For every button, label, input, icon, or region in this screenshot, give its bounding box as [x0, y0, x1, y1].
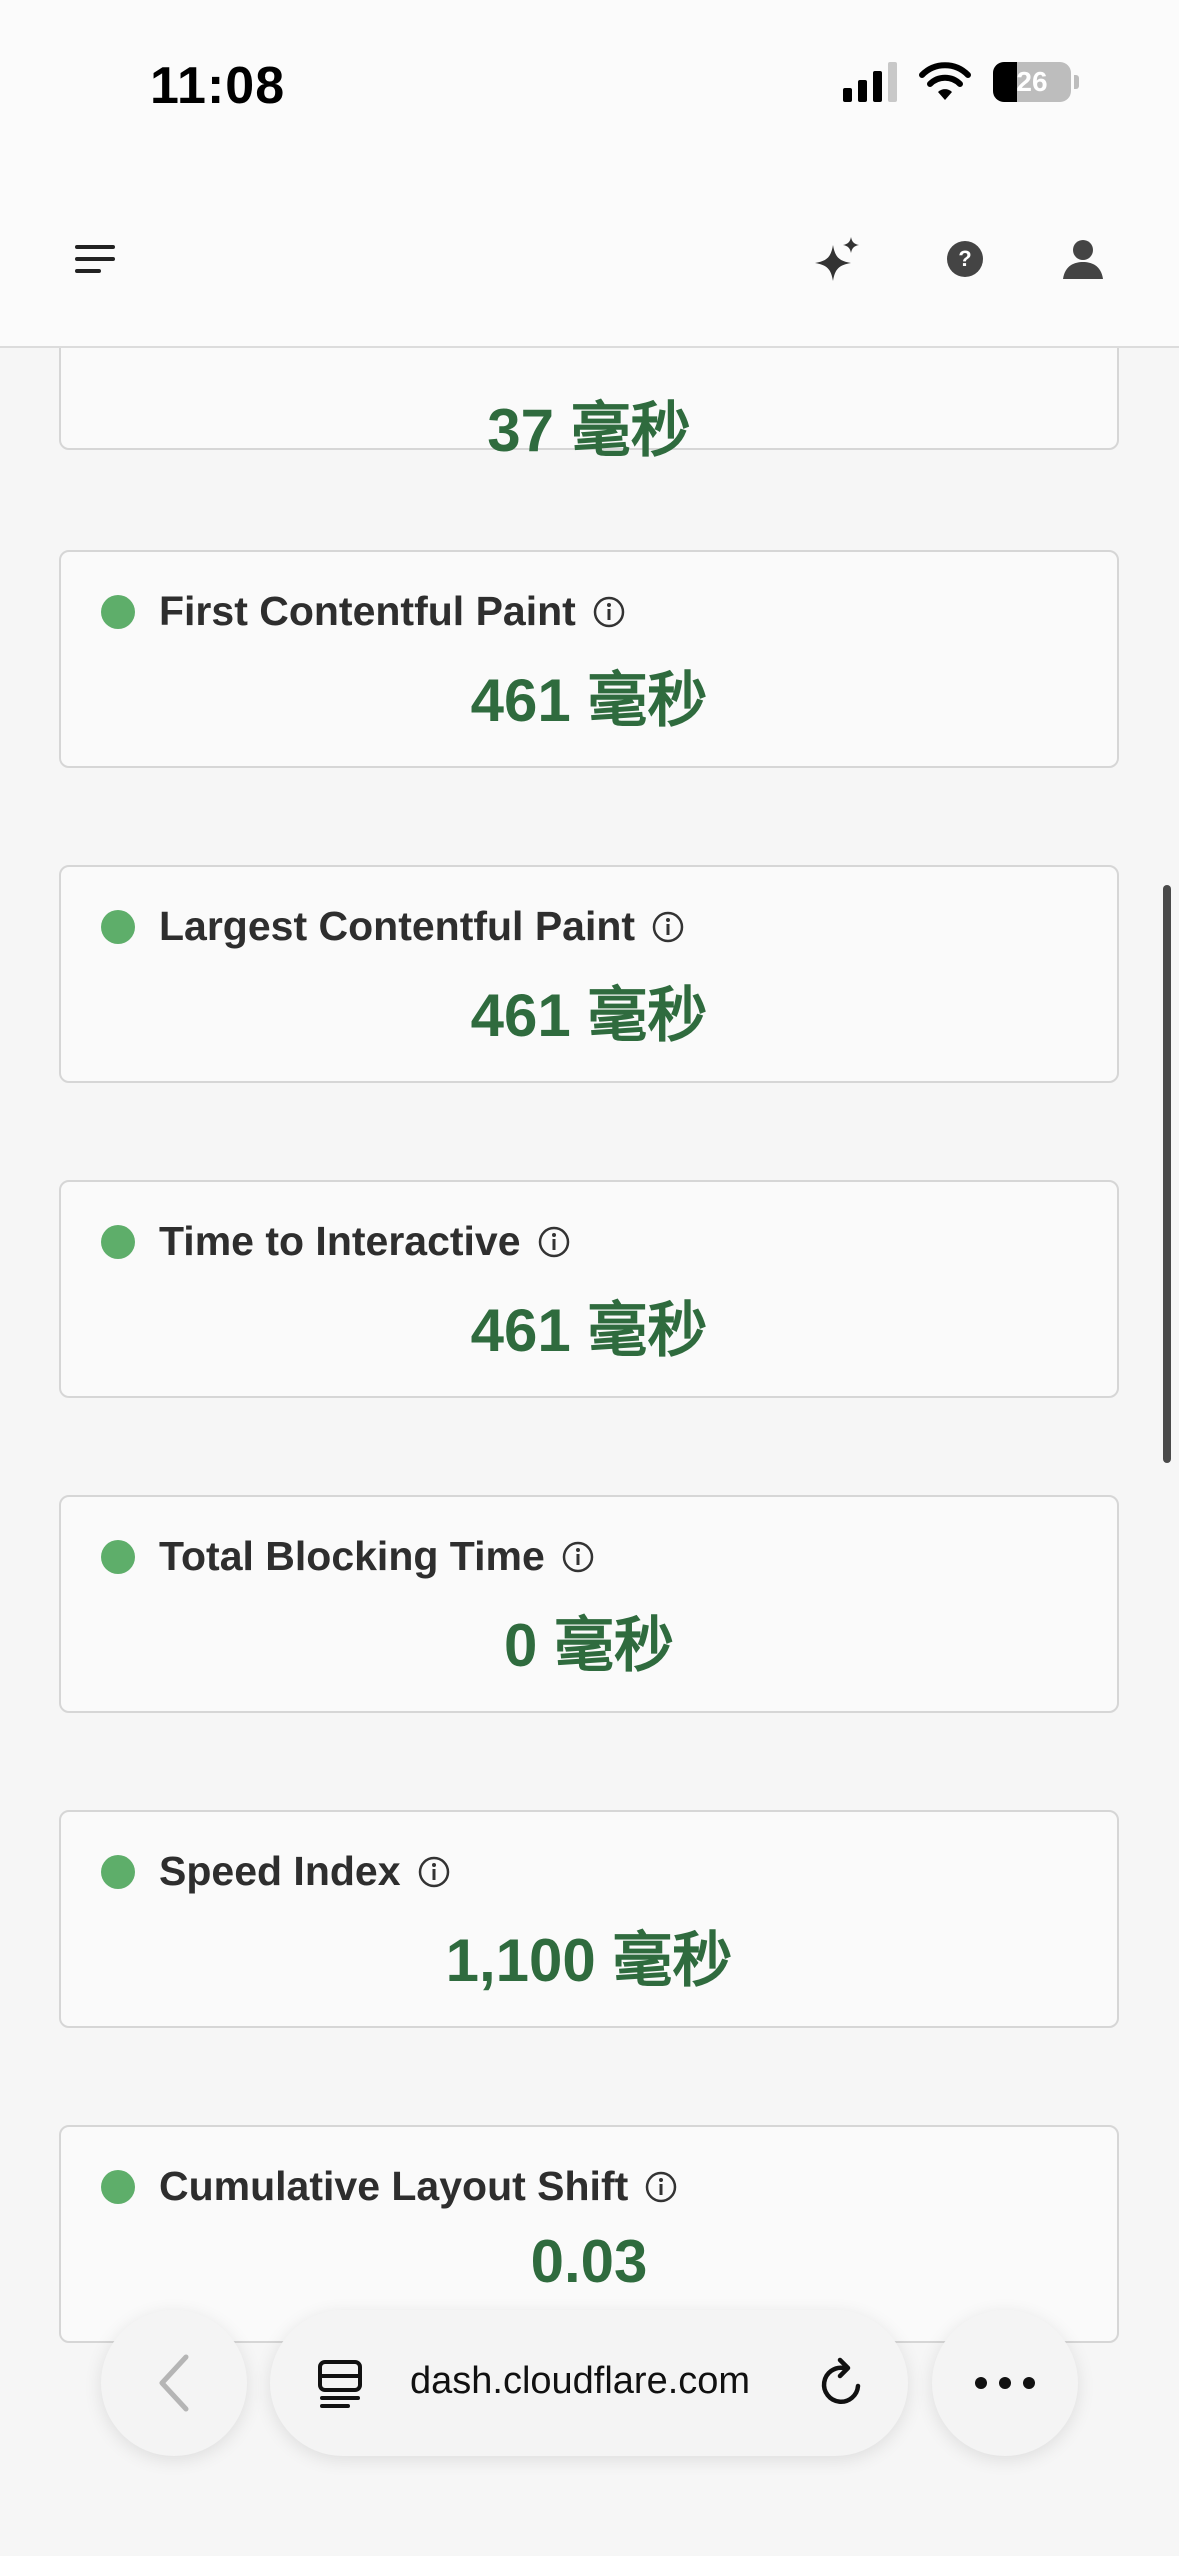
page-menu-icon[interactable]	[316, 2358, 368, 2410]
battery-level: 26	[1016, 66, 1048, 97]
info-icon[interactable]	[644, 2170, 678, 2204]
status-bar: 11:08 26	[0, 0, 1179, 170]
user-icon[interactable]	[1058, 234, 1108, 284]
chevron-left-icon	[159, 2354, 189, 2412]
status-icons: 26	[843, 62, 1079, 102]
app-header: ?	[0, 170, 1179, 348]
metric-card-total-blocking-time: Total Blocking Time 0 毫秒	[59, 1495, 1119, 1713]
status-good-dot	[101, 909, 135, 944]
status-good-dot	[101, 1224, 135, 1259]
metric-card-speed-index: Speed Index 1,100 毫秒	[59, 1810, 1119, 2028]
metric-label: Time to Interactive	[159, 1218, 521, 1264]
status-time: 11:08	[150, 57, 286, 115]
status-good-dot	[101, 2169, 135, 2204]
cellular-signal-icon	[843, 62, 897, 102]
status-good-dot	[101, 594, 135, 629]
metric-label: First Contentful Paint	[159, 588, 576, 634]
info-icon[interactable]	[651, 910, 685, 944]
metric-value: 461 毫秒	[470, 1297, 708, 1364]
scrollbar[interactable]	[1163, 885, 1171, 1463]
metric-value: 0.03	[530, 2228, 648, 2295]
info-icon[interactable]	[561, 1540, 595, 1574]
sparkle-icon[interactable]	[812, 234, 862, 284]
metric-value: 37 毫秒	[487, 397, 691, 464]
metric-label: Total Blocking Time	[159, 1533, 545, 1579]
metric-label: Speed Index	[159, 1848, 401, 1894]
status-good-dot	[101, 1854, 135, 1889]
metric-value: 0 毫秒	[503, 1612, 675, 1679]
metric-card: 37 毫秒	[59, 348, 1119, 464]
more-dot	[975, 2377, 987, 2389]
back-button[interactable]	[101, 2310, 247, 2456]
wifi-icon	[919, 62, 971, 100]
info-icon[interactable]	[417, 1855, 451, 1889]
metric-card-largest-contentful-paint: Largest Contentful Paint 461 毫秒	[59, 865, 1119, 1083]
metric-label: Cumulative Layout Shift	[159, 2163, 629, 2209]
more-dot	[1023, 2377, 1035, 2389]
metric-card-time-to-interactive: Time to Interactive 461 毫秒	[59, 1180, 1119, 1398]
menu-icon[interactable]	[70, 234, 120, 284]
info-icon[interactable]	[592, 595, 626, 629]
svg-text:?: ?	[958, 246, 971, 271]
url-text: dash.cloudflare.com	[410, 2360, 751, 2402]
metric-value: 461 毫秒	[470, 982, 708, 1049]
metric-value: 461 毫秒	[470, 667, 708, 734]
help-icon[interactable]: ?	[940, 234, 990, 284]
more-dot	[999, 2377, 1011, 2389]
metric-value: 1,100 毫秒	[445, 1927, 733, 1994]
metric-label: Largest Contentful Paint	[159, 903, 636, 949]
reload-icon[interactable]	[814, 2356, 870, 2412]
more-options-button[interactable]	[932, 2310, 1078, 2456]
metrics-list[interactable]: 37 毫秒 First Contentful Paint 461 毫秒 Larg…	[0, 348, 1179, 2556]
status-good-dot	[101, 1539, 135, 1574]
address-bar[interactable]: dash.cloudflare.com	[270, 2310, 908, 2456]
metric-card-first-contentful-paint: First Contentful Paint 461 毫秒	[59, 550, 1119, 768]
info-icon[interactable]	[537, 1225, 571, 1259]
battery-icon: 26	[993, 62, 1071, 102]
